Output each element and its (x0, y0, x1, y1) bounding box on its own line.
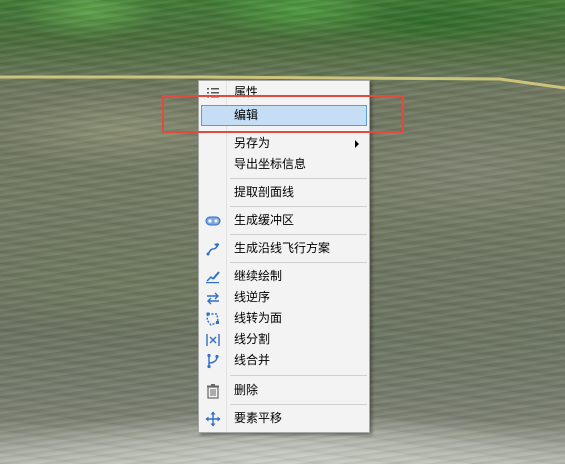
menu-item-label: 导出坐标信息 (234, 157, 307, 171)
merge-line-icon (205, 353, 221, 369)
menu-item-continue-drawing[interactable]: 继续绘制 (201, 266, 367, 287)
menu-separator (230, 262, 367, 263)
menu-separator (230, 375, 367, 376)
menu-item-delete[interactable]: 删除 (201, 380, 367, 401)
flight-route-icon (205, 241, 221, 257)
submenu-arrow-icon (355, 140, 359, 148)
menu-item-label: 线分割 (234, 332, 271, 346)
menu-item-label: 另存为 (234, 136, 271, 150)
menu-item-label: 删除 (234, 383, 259, 397)
map-viewport[interactable]: 属性 编辑 另存为 导出坐标信息 提取剖面线 生成缓冲区 生成沿线飞行方案 继续… (0, 0, 565, 464)
menu-separator (230, 206, 367, 207)
menu-item-save-as[interactable]: 另存为 (201, 133, 367, 154)
menu-item-export-coordinates[interactable]: 导出坐标信息 (201, 154, 367, 175)
menu-item-merge-line[interactable]: 线合并 (201, 350, 367, 371)
menu-item-reverse-line[interactable]: 线逆序 (201, 287, 367, 308)
menu-separator (230, 178, 367, 179)
move-icon (205, 411, 221, 427)
menu-separator (230, 234, 367, 235)
reverse-line-icon (205, 290, 221, 306)
menu-item-label: 线转为面 (234, 311, 283, 325)
menu-separator (230, 404, 367, 405)
line-to-polygon-icon (205, 311, 221, 327)
trash-icon (205, 383, 221, 399)
menu-item-label: 继续绘制 (234, 269, 283, 283)
menu-item-label: 线逆序 (234, 290, 271, 304)
menu-item-generate-flight-plan[interactable]: 生成沿线飞行方案 (201, 238, 367, 259)
buffer-icon (205, 213, 221, 229)
menu-item-move-feature[interactable]: 要素平移 (201, 408, 367, 429)
split-line-icon (205, 332, 221, 348)
continue-draw-icon (205, 269, 221, 285)
menu-item-line-to-polygon[interactable]: 线转为面 (201, 308, 367, 329)
menu-item-label: 生成缓冲区 (234, 213, 295, 227)
menu-item-split-line[interactable]: 线分割 (201, 329, 367, 350)
menu-item-label: 生成沿线飞行方案 (234, 241, 331, 255)
menu-item-generate-buffer[interactable]: 生成缓冲区 (201, 210, 367, 231)
annotation-highlight-box (162, 95, 404, 133)
menu-item-extract-profile[interactable]: 提取剖面线 (201, 182, 367, 203)
menu-item-label: 提取剖面线 (234, 185, 295, 199)
menu-item-label: 要素平移 (234, 411, 283, 425)
menu-item-label: 线合并 (234, 353, 271, 367)
